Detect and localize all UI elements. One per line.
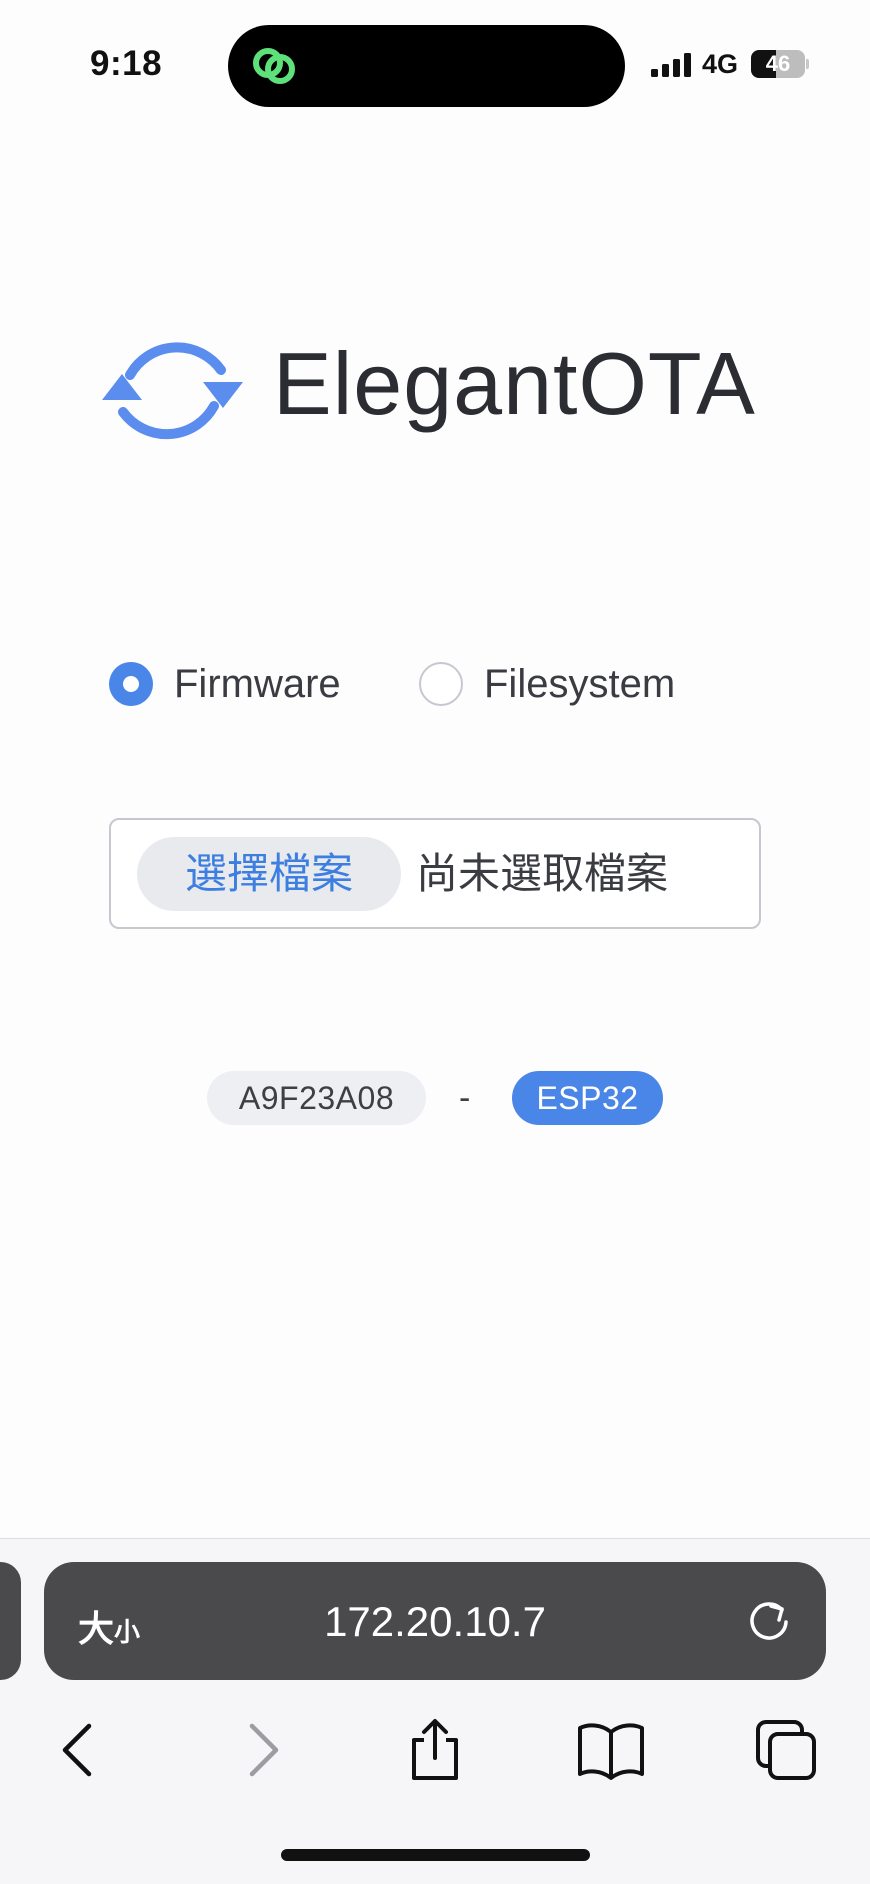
radio-filesystem-label[interactable]: Filesystem bbox=[484, 662, 675, 707]
battery-icon: 46 bbox=[751, 50, 805, 78]
network-type: 4G bbox=[702, 49, 739, 79]
link-rings-icon bbox=[253, 48, 295, 84]
battery-level: 46 bbox=[765, 51, 791, 76]
radio-firmware-label[interactable]: Firmware bbox=[174, 662, 341, 707]
url-text[interactable]: 172.20.10.7 bbox=[44, 1598, 826, 1646]
status-time: 9:18 bbox=[90, 44, 163, 83]
file-input[interactable]: 選擇檔案 尚未選取檔案 bbox=[109, 818, 761, 929]
chip-badge: ESP32 bbox=[512, 1071, 663, 1125]
radio-firmware-indicator[interactable] bbox=[109, 662, 153, 706]
page: 9:18 4G 46 ElegantOTA Firmware Filesyste… bbox=[0, 0, 870, 1884]
back-icon[interactable] bbox=[45, 1718, 115, 1782]
previous-tab-preview[interactable] bbox=[0, 1562, 21, 1680]
bookmarks-icon[interactable] bbox=[576, 1718, 646, 1782]
hardware-id-badge: A9F23A08 bbox=[207, 1071, 426, 1125]
radio-filesystem-indicator[interactable] bbox=[419, 662, 463, 706]
tabs-icon[interactable] bbox=[752, 1718, 822, 1782]
logo-title: ElegantOTA bbox=[273, 334, 756, 433]
reload-icon[interactable] bbox=[744, 1596, 794, 1646]
address-bar[interactable]: 大小 172.20.10.7 bbox=[44, 1562, 826, 1680]
battery-cap bbox=[806, 59, 809, 69]
dynamic-island bbox=[228, 25, 625, 107]
radio-filesystem[interactable]: Filesystem bbox=[419, 661, 675, 707]
home-indicator bbox=[281, 1849, 590, 1861]
choose-file-button[interactable]: 選擇檔案 bbox=[137, 837, 401, 911]
signal-icon bbox=[651, 53, 693, 77]
radio-firmware[interactable]: Firmware bbox=[109, 661, 341, 707]
share-icon[interactable] bbox=[400, 1718, 470, 1782]
sync-arrows-icon bbox=[102, 342, 243, 440]
forward-icon[interactable] bbox=[228, 1718, 298, 1782]
file-status-text: 尚未選取檔案 bbox=[416, 850, 669, 897]
badge-separator: - bbox=[459, 1079, 471, 1117]
